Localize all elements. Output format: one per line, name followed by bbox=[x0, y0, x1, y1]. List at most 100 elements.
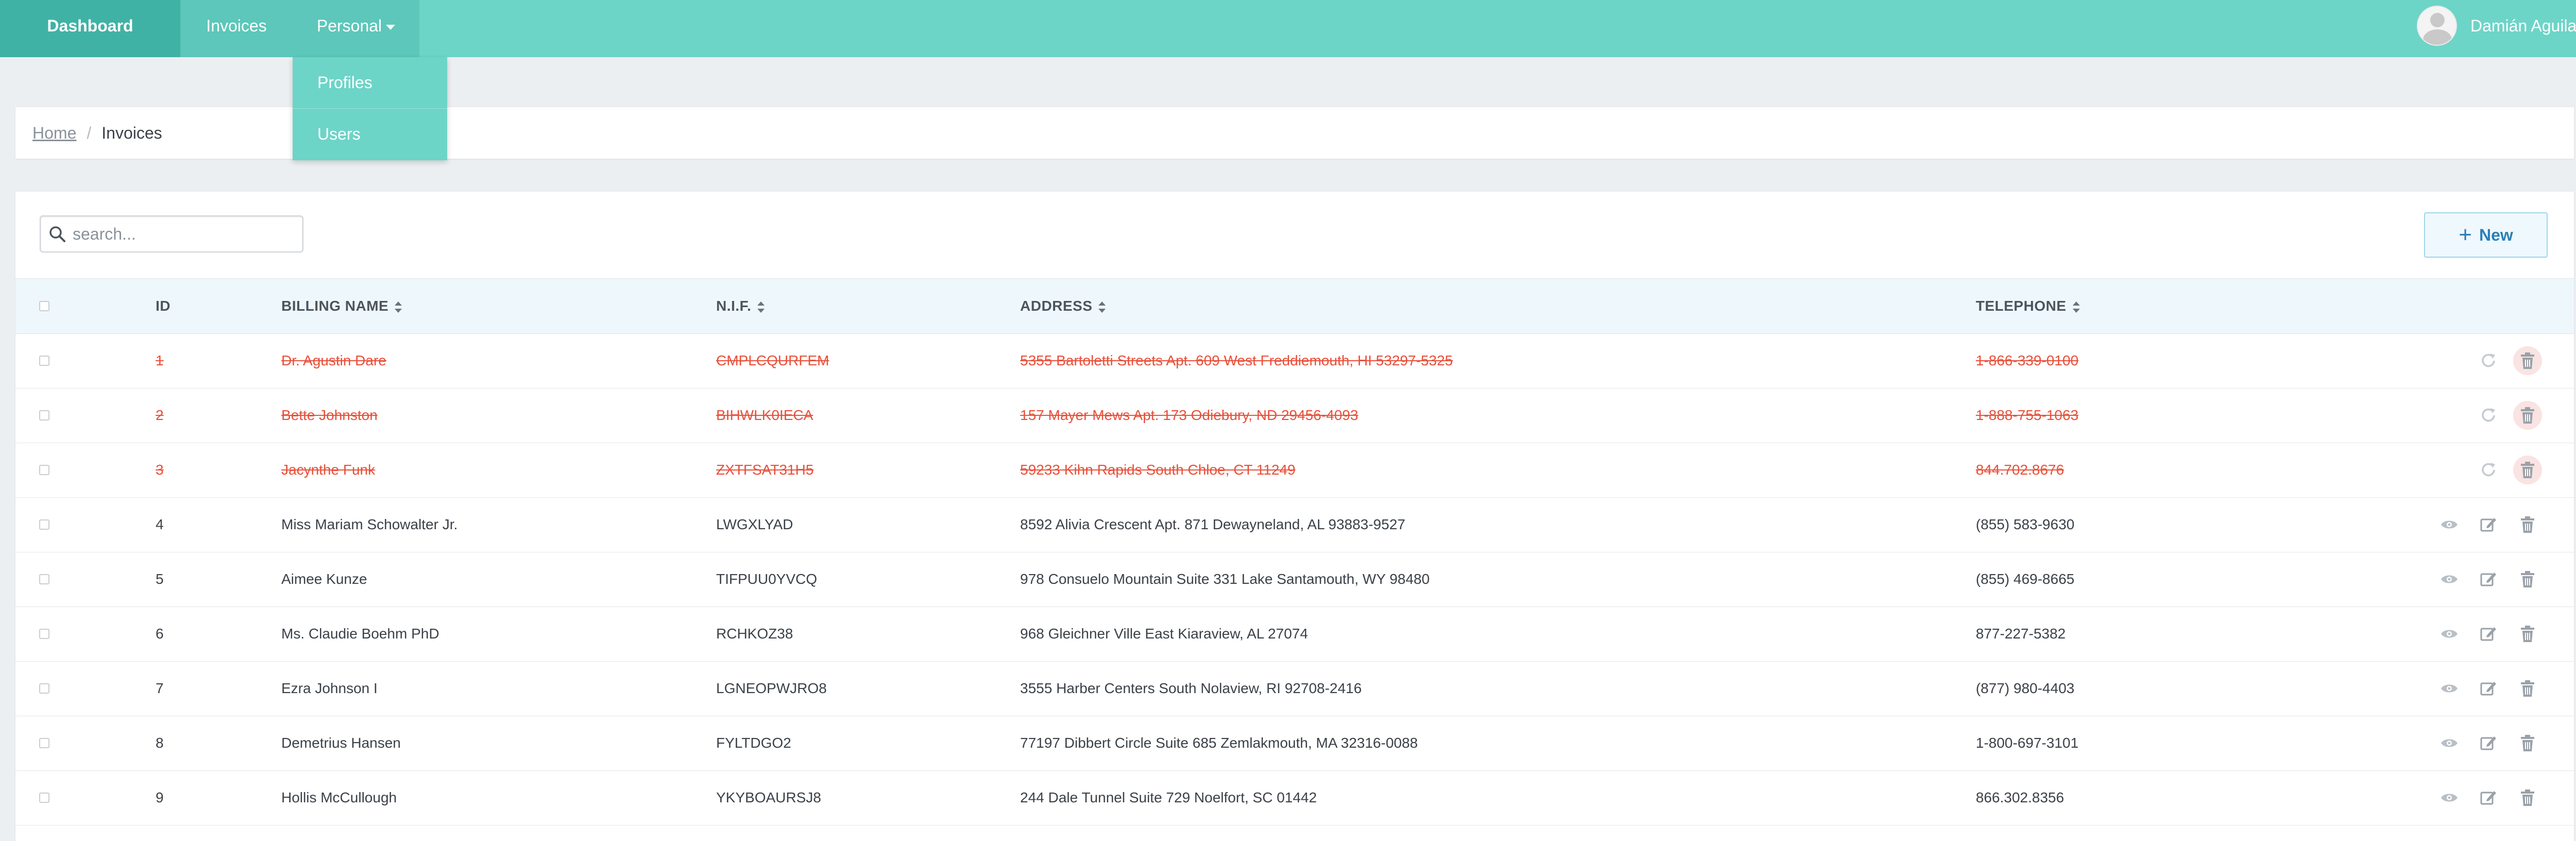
column-header-telephone[interactable]: TELEPHONE bbox=[1976, 279, 2080, 333]
table-row: 9 Hollis McCullough YKYBOAURSJ8 244 Dale Tu… bbox=[15, 770, 2574, 826]
dropdown-item-users[interactable]: Users bbox=[293, 109, 447, 160]
sort-icon bbox=[2072, 301, 2080, 313]
trash-icon[interactable] bbox=[2513, 510, 2542, 539]
cell-address: 59233 Kihn Rapids South Chloe, CT 11249 bbox=[1020, 462, 1296, 478]
edit-icon[interactable] bbox=[2474, 783, 2503, 812]
column-header-nif[interactable]: N.I.F. bbox=[716, 279, 765, 333]
row-checkbox[interactable] bbox=[39, 683, 49, 694]
nav-personal-label: Personal bbox=[316, 16, 382, 35]
cell-id: 8 bbox=[156, 735, 164, 751]
column-header-billing-name-label: BILLING NAME bbox=[281, 298, 389, 314]
new-invoice-button[interactable]: + New bbox=[2424, 212, 2548, 258]
table-row: 3 Jacynthe Funk ZXTFSAT31H5 59233 Kihn Rapi… bbox=[15, 443, 2574, 498]
cell-nif: CMPLCQURFEM bbox=[716, 352, 829, 368]
table-row: 4 Miss Mariam Schowalter Jr. LWGXLYAD 8592 … bbox=[15, 497, 2574, 552]
cell-nif: LWGXLYAD bbox=[716, 516, 793, 532]
column-header-id-label: ID bbox=[156, 298, 171, 314]
cell-address: 157 Mayer Mews Apt. 173 Odiebury, ND 294… bbox=[1020, 407, 1359, 423]
trash-icon[interactable] bbox=[2513, 674, 2542, 703]
cell-telephone: 1-866-339-0100 bbox=[1976, 352, 2079, 368]
eye-icon[interactable] bbox=[2435, 674, 2464, 703]
cell-billing-name: Hollis McCullough bbox=[281, 789, 397, 805]
edit-icon[interactable] bbox=[2474, 674, 2503, 703]
avatar bbox=[2417, 6, 2457, 46]
trash-icon[interactable] bbox=[2513, 456, 2542, 484]
edit-icon[interactable] bbox=[2474, 729, 2503, 758]
cell-billing-name: Bette Johnston bbox=[281, 407, 378, 423]
user-menu[interactable]: Damián Aguilar bbox=[2417, 0, 2576, 52]
trash-icon[interactable] bbox=[2513, 401, 2542, 430]
restore-icon[interactable] bbox=[2474, 346, 2503, 375]
eye-icon[interactable] bbox=[2435, 783, 2464, 812]
cell-telephone: (855) 583-9630 bbox=[1976, 516, 2075, 532]
cell-address: 77197 Dibbert Circle Suite 685 Zemlakmou… bbox=[1020, 735, 1418, 751]
trash-icon[interactable] bbox=[2513, 619, 2542, 648]
restore-icon[interactable] bbox=[2474, 456, 2503, 484]
row-checkbox[interactable] bbox=[39, 356, 49, 366]
row-checkbox[interactable] bbox=[39, 465, 49, 475]
eye-icon[interactable] bbox=[2435, 729, 2464, 758]
nav-personal[interactable]: Personal bbox=[293, 0, 419, 57]
table-row: 1 Dr. Agustin Dare CMPLCQURFEM 5355 Bartole… bbox=[15, 333, 2574, 389]
cell-nif: BIHWLK0IECA bbox=[716, 407, 814, 423]
cell-nif: RCHKOZ38 bbox=[716, 626, 793, 642]
search-box[interactable] bbox=[40, 215, 303, 253]
edit-icon[interactable] bbox=[2474, 619, 2503, 648]
cell-id: 7 bbox=[156, 680, 164, 696]
cell-telephone: 1-888-755-1063 bbox=[1976, 407, 2079, 423]
table-row: 2 Bette Johnston BIHWLK0IECA 157 Mayer Mews… bbox=[15, 388, 2574, 443]
user-name: Damián Aguilar bbox=[2470, 16, 2576, 35]
row-checkbox[interactable] bbox=[39, 738, 49, 748]
cell-id: 2 bbox=[156, 407, 164, 423]
column-header-address-label: ADDRESS bbox=[1020, 298, 1093, 314]
column-header-address[interactable]: ADDRESS bbox=[1020, 279, 1106, 333]
cell-id: 1 bbox=[156, 352, 164, 368]
plus-icon: + bbox=[2459, 222, 2472, 247]
eye-icon[interactable] bbox=[2435, 565, 2464, 594]
chevron-down-icon bbox=[386, 24, 396, 30]
nav-invoices[interactable]: Invoices bbox=[180, 0, 293, 57]
edit-icon[interactable] bbox=[2474, 565, 2503, 594]
column-header-billing-name[interactable]: BILLING NAME bbox=[281, 279, 402, 333]
table-row: 7 Ezra Johnson I LGNEOPWJRO8 3555 Harber Ce… bbox=[15, 661, 2574, 716]
trash-icon[interactable] bbox=[2513, 783, 2542, 812]
cell-nif: YKYBOAURSJ8 bbox=[716, 789, 821, 805]
nav-dashboard[interactable]: Dashboard bbox=[0, 0, 180, 57]
row-checkbox[interactable] bbox=[39, 519, 49, 530]
breadcrumb-separator: / bbox=[87, 123, 92, 142]
cell-billing-name: Jacynthe Funk bbox=[281, 462, 376, 478]
cell-address: 978 Consuelo Mountain Suite 331 Lake San… bbox=[1020, 571, 1430, 587]
eye-icon[interactable] bbox=[2435, 510, 2464, 539]
trash-icon[interactable] bbox=[2513, 729, 2542, 758]
cell-address: 5355 Bartoletti Streets Apt. 609 West Fr… bbox=[1020, 352, 1453, 368]
cell-billing-name: Dr. Agustin Dare bbox=[281, 352, 386, 368]
trash-icon[interactable] bbox=[2513, 565, 2542, 594]
cell-telephone: 877-227-5382 bbox=[1976, 626, 2066, 642]
dropdown-item-profiles[interactable]: Profiles bbox=[293, 57, 447, 109]
cell-nif: FYLTDGO2 bbox=[716, 735, 791, 751]
breadcrumb-home-link[interactable]: Home bbox=[32, 124, 76, 143]
row-checkbox[interactable] bbox=[39, 793, 49, 803]
search-input[interactable] bbox=[72, 224, 290, 244]
eye-icon[interactable] bbox=[2435, 619, 2464, 648]
personal-dropdown-menu: Profiles Users bbox=[293, 57, 447, 160]
row-checkbox[interactable] bbox=[39, 410, 49, 420]
row-checkbox[interactable] bbox=[39, 574, 49, 584]
trash-icon[interactable] bbox=[2513, 346, 2542, 375]
cell-billing-name: Ezra Johnson I bbox=[281, 680, 378, 696]
cell-id: 4 bbox=[156, 516, 164, 532]
cell-billing-name: Miss Mariam Schowalter Jr. bbox=[281, 516, 458, 532]
restore-icon[interactable] bbox=[2474, 401, 2503, 430]
row-checkbox[interactable] bbox=[39, 629, 49, 639]
cell-nif: LGNEOPWJRO8 bbox=[716, 680, 827, 696]
select-all-checkbox[interactable] bbox=[39, 301, 49, 311]
column-header-id[interactable]: ID bbox=[156, 279, 171, 333]
table-row: 6 Ms. Claudie Boehm PhD RCHKOZ38 968 Gleich… bbox=[15, 607, 2574, 662]
cell-billing-name: Aimee Kunze bbox=[281, 571, 367, 587]
edit-icon[interactable] bbox=[2474, 510, 2503, 539]
cell-address: 8592 Alivia Crescent Apt. 871 Dewaynelan… bbox=[1020, 516, 1405, 532]
new-button-label: New bbox=[2479, 225, 2513, 244]
cell-billing-name: Demetrius Hansen bbox=[281, 735, 401, 751]
sort-icon bbox=[1098, 301, 1106, 313]
cell-address: 3555 Harber Centers South Nolaview, RI 9… bbox=[1020, 680, 1362, 696]
